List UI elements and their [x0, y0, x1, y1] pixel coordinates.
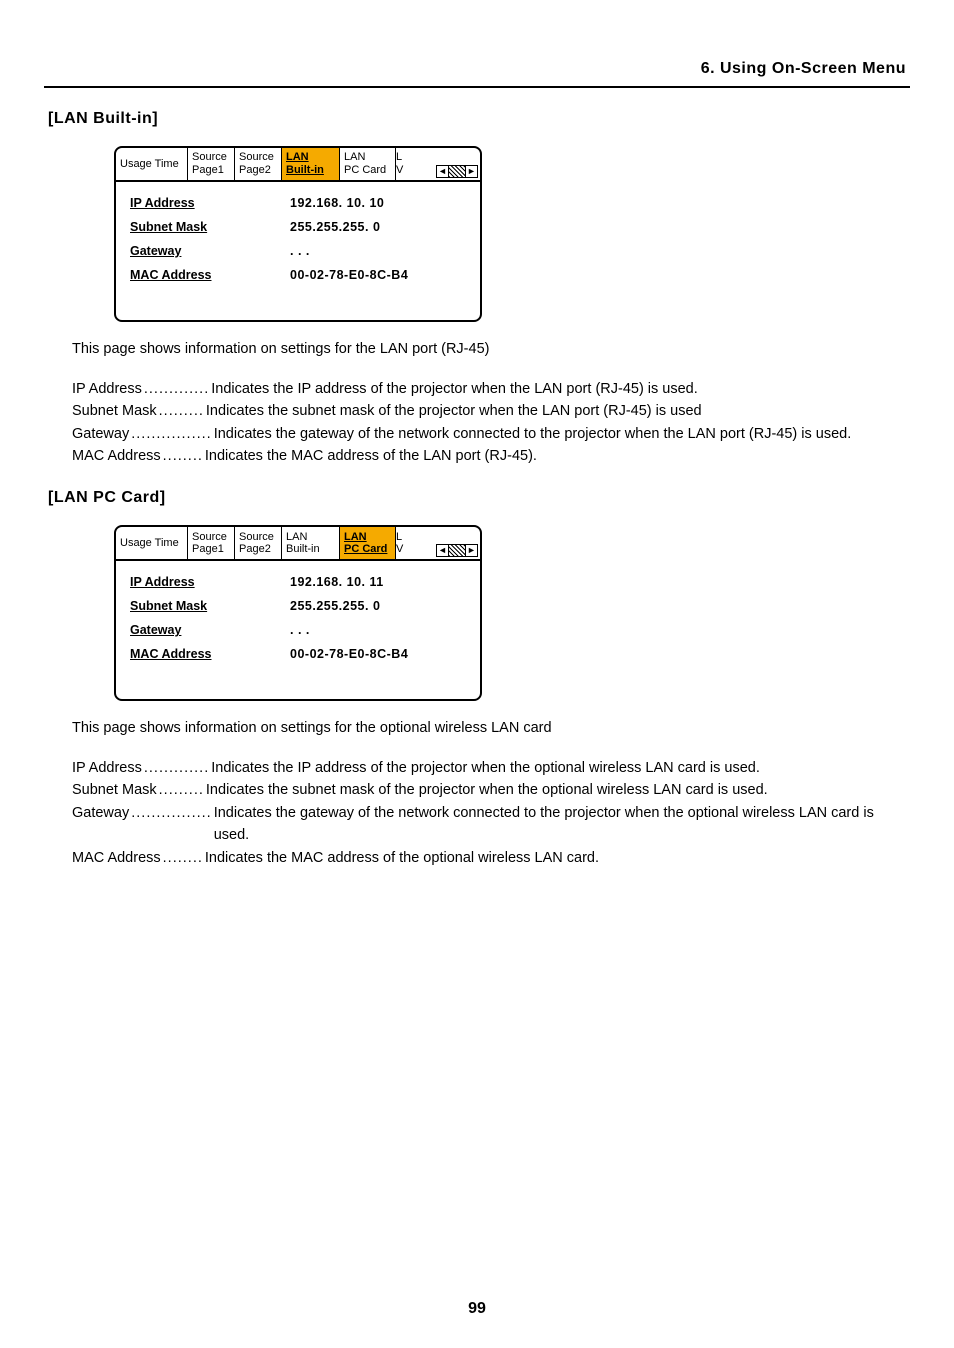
ip-address-label: IP Address: [130, 575, 290, 589]
tab-label: Built-in: [286, 543, 320, 556]
tab-scroll: ◄ ►: [410, 544, 480, 559]
tab-label: L: [396, 531, 402, 544]
def-body-sm: Indicates the subnet mask of the project…: [206, 779, 910, 801]
subnet-mask-value: 255.255.255. 0: [290, 599, 380, 613]
osd-panel-lan-pccard: Usage Time Source Page1 Source Page2 LAN…: [114, 525, 482, 701]
tab-label: V: [396, 543, 403, 556]
scroll-right-icon[interactable]: ►: [465, 544, 478, 557]
tab-label: LAN: [286, 151, 309, 164]
osd-tab-row: Usage Time Source Page1 Source Page2 LAN…: [116, 527, 480, 561]
page-number: 99: [0, 1300, 954, 1318]
subnet-mask-value: 255.255.255. 0: [290, 220, 380, 234]
tab-label: Page1: [192, 164, 224, 177]
mac-address-label: MAC Address: [130, 647, 290, 661]
tab-usage-time[interactable]: Usage Time: [116, 148, 188, 180]
section2-description: This page shows information on settings …: [72, 719, 910, 739]
def-body-mac: Indicates the MAC address of the LAN por…: [205, 445, 910, 467]
tab-label: Page2: [239, 543, 271, 556]
dots: ........: [161, 445, 205, 467]
dots: ........: [161, 847, 205, 869]
tab-label: Built-in: [286, 164, 324, 177]
tab-label: Source: [192, 531, 227, 544]
section1-definitions: IP Address.............Indicates the IP …: [72, 378, 910, 468]
def-term-gw: Gateway: [72, 423, 129, 445]
header-rule: [44, 86, 910, 88]
tab-label: PC Card: [344, 164, 386, 177]
gateway-label: Gateway: [130, 623, 290, 637]
dots: .........: [157, 400, 206, 422]
subnet-mask-label: Subnet Mask: [130, 220, 290, 234]
def-term-mac: MAC Address: [72, 445, 161, 467]
tab-source-page1[interactable]: Source Page1: [188, 148, 235, 180]
tab-label: Page1: [192, 543, 224, 556]
def-body-mac: Indicates the MAC address of the optiona…: [205, 847, 910, 869]
tab-label: PC Card: [344, 543, 387, 556]
def-term-ip: IP Address: [72, 378, 142, 400]
ip-address-value: 192.168. 10. 11: [290, 575, 384, 589]
tab-label: LAN: [286, 531, 307, 544]
tab-usage-time[interactable]: Usage Time: [116, 527, 188, 559]
tab-lan-builtin[interactable]: LAN Built-in: [282, 148, 340, 180]
scroll-left-icon[interactable]: ◄: [436, 544, 449, 557]
scroll-right-icon[interactable]: ►: [465, 165, 478, 178]
osd-tab-row: Usage Time Source Page1 Source Page2 LAN…: [116, 148, 480, 182]
def-term-sm: Subnet Mask: [72, 400, 157, 422]
gateway-value: . . .: [290, 623, 310, 637]
tab-scroll: ◄ ►: [410, 165, 480, 180]
ip-address-value: 192.168. 10. 10: [290, 196, 384, 210]
def-body-ip: Indicates the IP address of the projecto…: [211, 378, 910, 400]
osd-body: IP Address192.168. 10. 10 Subnet Mask255…: [116, 182, 480, 320]
def-body-ip: Indicates the IP address of the projecto…: [211, 757, 910, 779]
section-heading-lan-pccard: [LAN PC Card]: [48, 489, 910, 507]
mac-address-value: 00-02-78-E0-8C-B4: [290, 647, 408, 661]
gateway-value: . . .: [290, 244, 310, 258]
dots: ................: [129, 802, 213, 824]
dots: ................: [129, 423, 213, 445]
scroll-track[interactable]: [449, 165, 465, 178]
def-term-sm: Subnet Mask: [72, 779, 157, 801]
dots: .............: [142, 757, 211, 779]
tab-label: LAN: [344, 151, 365, 164]
def-body-gw: Indicates the gateway of the network con…: [214, 802, 910, 847]
gateway-label: Gateway: [130, 244, 290, 258]
scroll-track[interactable]: [449, 544, 465, 557]
tab-lan-builtin[interactable]: LAN Built-in: [282, 527, 340, 559]
mac-address-value: 00-02-78-E0-8C-B4: [290, 268, 408, 282]
tab-lan-pccard[interactable]: LAN PC Card: [340, 527, 396, 559]
def-term-gw: Gateway: [72, 802, 129, 824]
ip-address-label: IP Address: [130, 196, 290, 210]
tab-source-page2[interactable]: Source Page2: [235, 148, 282, 180]
tab-label: L: [396, 151, 402, 164]
def-body-gw: Indicates the gateway of the network con…: [214, 423, 910, 445]
mac-address-label: MAC Address: [130, 268, 290, 282]
scroll-left-icon[interactable]: ◄: [436, 165, 449, 178]
tab-label: Source: [239, 531, 274, 544]
subnet-mask-label: Subnet Mask: [130, 599, 290, 613]
osd-body: IP Address192.168. 10. 11 Subnet Mask255…: [116, 561, 480, 699]
tab-label: Source: [239, 151, 274, 164]
tab-cut-right[interactable]: L V: [396, 527, 410, 559]
tab-source-page2[interactable]: Source Page2: [235, 527, 282, 559]
chapter-title: 6. Using On-Screen Menu: [44, 60, 910, 80]
def-term-mac: MAC Address: [72, 847, 161, 869]
def-body-sm: Indicates the subnet mask of the project…: [206, 400, 910, 422]
tab-label: V: [396, 164, 403, 177]
tab-source-page1[interactable]: Source Page1: [188, 527, 235, 559]
section2-definitions: IP Address.............Indicates the IP …: [72, 757, 910, 869]
dots: .........: [157, 779, 206, 801]
section1-description: This page shows information on settings …: [72, 340, 910, 360]
tab-lan-pccard[interactable]: LAN PC Card: [340, 148, 396, 180]
section-heading-lan-builtin: [LAN Built-in]: [48, 110, 910, 128]
tab-label: LAN: [344, 531, 367, 544]
tab-label: Page2: [239, 164, 271, 177]
dots: .............: [142, 378, 211, 400]
def-term-ip: IP Address: [72, 757, 142, 779]
osd-panel-lan-builtin: Usage Time Source Page1 Source Page2 LAN…: [114, 146, 482, 322]
tab-label: Source: [192, 151, 227, 164]
tab-cut-right[interactable]: L V: [396, 148, 410, 180]
